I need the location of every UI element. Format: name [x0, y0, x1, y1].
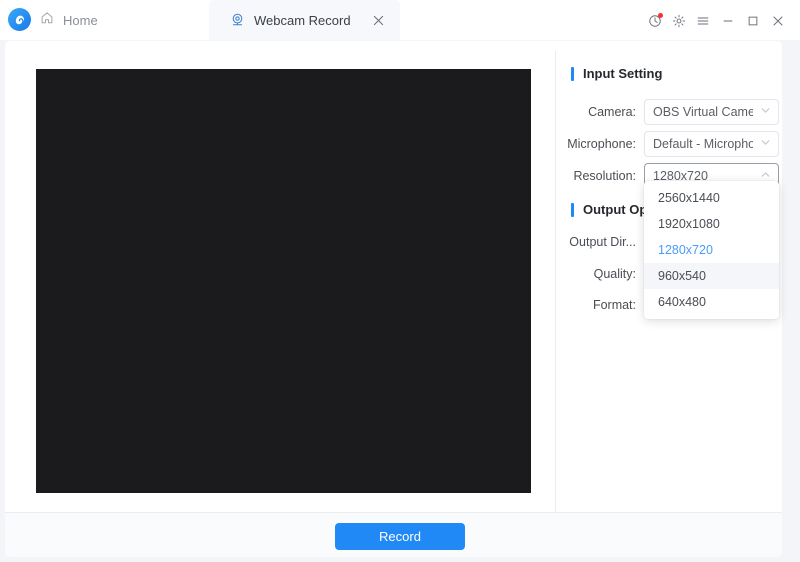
chevron-down-icon [760, 103, 771, 121]
input-setting-title: Input Setting [583, 66, 663, 81]
camera-row: Camera: OBS Virtual Camera [588, 99, 779, 125]
output-options-header: Output Op [571, 202, 647, 217]
home-icon [40, 11, 54, 30]
output-options-title: Output Op [583, 202, 648, 217]
dropdown-option[interactable]: 960x540 [644, 263, 779, 289]
app-window: Home Webcam Record Input Setting Camera:… [0, 0, 800, 562]
webcam-icon [230, 12, 245, 32]
preview-area [5, 41, 555, 512]
home-label: Home [63, 12, 98, 28]
dropdown-option[interactable]: 640x480 [644, 289, 779, 315]
history-icon[interactable] [643, 10, 667, 32]
microphone-select[interactable]: Default - Microphon... [644, 131, 779, 157]
minimize-icon[interactable] [715, 10, 740, 32]
home-button[interactable]: Home [40, 9, 98, 31]
window-controls [643, 10, 790, 32]
chevron-down-icon [760, 135, 771, 153]
webcam-preview[interactable] [36, 69, 531, 493]
resolution-label: Resolution: [573, 169, 636, 183]
dropdown-option[interactable]: 2560x1440 [644, 185, 779, 211]
section-accent-bar [571, 202, 574, 217]
right-rail [782, 41, 800, 557]
tab-close-icon[interactable] [370, 12, 386, 28]
app-logo-icon [8, 8, 31, 31]
notification-badge [658, 13, 663, 18]
dropdown-option[interactable]: 1920x1080 [644, 211, 779, 237]
microphone-row: Microphone: Default - Microphon... [567, 131, 779, 157]
microphone-label: Microphone: [567, 137, 636, 151]
quality-label: Quality: [593, 267, 636, 281]
camera-label: Camera: [588, 105, 636, 119]
gear-icon[interactable] [667, 10, 691, 32]
section-accent-bar [571, 66, 574, 81]
tab-label: Webcam Record [254, 13, 351, 28]
tab-webcam-record[interactable]: Webcam Record [209, 0, 400, 40]
format-label: Format: [592, 298, 636, 312]
title-bar: Home Webcam Record [0, 0, 800, 40]
close-icon[interactable] [765, 10, 790, 32]
camera-select[interactable]: OBS Virtual Camera [644, 99, 779, 125]
settings-pane: Input Setting Camera: OBS Virtual Camera… [556, 41, 782, 512]
camera-value: OBS Virtual Camera [653, 105, 753, 119]
microphone-value: Default - Microphon... [653, 137, 753, 151]
resolution-dropdown: 2560x1440 1920x1080 1280x720 960x540 640… [644, 181, 779, 319]
menu-icon[interactable] [691, 10, 715, 32]
record-button[interactable]: Record [335, 523, 465, 550]
content-panel: Input Setting Camera: OBS Virtual Camera… [5, 41, 782, 557]
input-setting-header: Input Setting [571, 66, 662, 81]
dropdown-option[interactable]: 1280x720 [644, 237, 779, 263]
output-dir-label: Output Dir... [569, 235, 636, 249]
maximize-icon[interactable] [740, 10, 765, 32]
footer-bar: Record [5, 513, 782, 557]
